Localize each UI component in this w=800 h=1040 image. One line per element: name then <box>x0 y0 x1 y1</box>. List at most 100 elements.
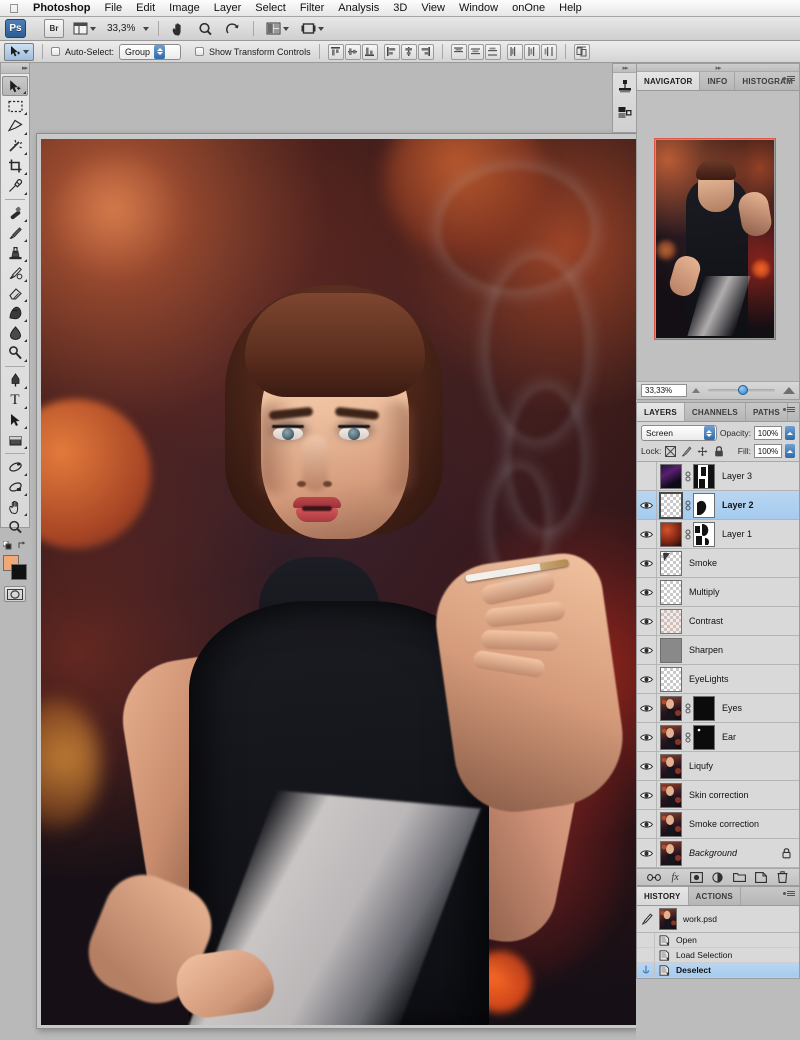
zoom-in-icon[interactable] <box>783 387 795 394</box>
menu-item-photoshop[interactable]: Photoshop <box>26 0 97 16</box>
zoom-chevron-down-icon[interactable] <box>143 26 150 31</box>
layers-panel-menu-icon[interactable] <box>783 407 795 412</box>
layer-visibility-toggle[interactable] <box>637 809 657 839</box>
layer-thumbnail[interactable] <box>660 463 682 489</box>
layer-visibility-toggle[interactable] <box>637 780 657 810</box>
new-adjustment-layer-icon[interactable] <box>711 871 725 884</box>
blend-mode-dropdown[interactable]: Screen <box>641 425 717 441</box>
masks-panel-icon[interactable] <box>614 101 636 125</box>
menu-item-image[interactable]: Image <box>162 0 207 16</box>
layer-thumbnail[interactable] <box>660 637 682 663</box>
hand-tool-button[interactable] <box>168 19 189 38</box>
default-colors-icon[interactable] <box>3 541 12 550</box>
layer-thumbnail[interactable] <box>660 724 682 750</box>
menu-item-3d[interactable]: 3D <box>386 0 414 16</box>
list-item[interactable]: Deselect <box>637 963 799 978</box>
fill-stepper[interactable] <box>785 444 795 458</box>
fill-input[interactable]: 100% <box>754 444 782 458</box>
zoom-out-icon[interactable] <box>692 388 700 393</box>
screen-mode-button[interactable] <box>298 19 327 38</box>
history-brush-source-toggle[interactable] <box>637 948 655 962</box>
layer-thumbnail[interactable] <box>660 695 682 721</box>
layer-name[interactable]: Multiply <box>689 587 720 597</box>
table-row[interactable]: Eyes <box>637 693 799 723</box>
gradient-tool[interactable] <box>2 303 28 323</box>
rectangle-tool[interactable] <box>2 430 28 450</box>
opacity-input[interactable]: 100% <box>754 426 782 440</box>
layer-visibility-toggle[interactable] <box>637 838 657 868</box>
tool-preset-picker[interactable] <box>4 42 34 61</box>
align-vertical-centers-button[interactable] <box>344 43 361 60</box>
menu-item-file[interactable]: File <box>97 0 129 16</box>
show-transform-controls-checkbox[interactable] <box>195 47 205 56</box>
move-tool[interactable] <box>2 76 28 96</box>
layer-name[interactable]: Skin correction <box>689 790 749 800</box>
layer-name[interactable]: Layer 2 <box>722 500 754 510</box>
layer-name[interactable]: Contrast <box>689 616 723 626</box>
layer-name[interactable]: Liqufy <box>689 761 713 771</box>
menu-item-filter[interactable]: Filter <box>293 0 331 16</box>
zoom-level-value[interactable]: 33,3% <box>105 23 137 34</box>
menu-item-help[interactable]: Help <box>552 0 589 16</box>
tab-history[interactable]: HISTORY <box>637 887 689 905</box>
history-snapshot-row[interactable]: work.psd <box>637 906 799 933</box>
navigator-preview-area[interactable] <box>637 91 799 381</box>
table-row[interactable]: Sharpen <box>637 635 799 665</box>
layer-visibility-toggle[interactable] <box>637 548 657 578</box>
tab-actions[interactable]: ACTIONS <box>689 887 741 905</box>
swap-colors-icon[interactable] <box>18 541 27 550</box>
layer-visibility-toggle[interactable] <box>637 635 657 665</box>
tab-histogram[interactable]: HISTOGRAM <box>735 72 800 90</box>
layer-visibility-toggle[interactable] <box>637 577 657 607</box>
table-row[interactable]: Layer 1 <box>637 519 799 549</box>
layer-thumbnail[interactable] <box>660 753 682 779</box>
document-window[interactable] <box>36 133 640 1029</box>
layer-visibility-toggle[interactable] <box>637 490 657 520</box>
menu-item-window[interactable]: Window <box>452 0 505 16</box>
align-left-edges-button[interactable] <box>383 43 400 60</box>
tab-channels[interactable]: CHANNELS <box>685 403 746 421</box>
toolbar-collapse-handle[interactable]: ▸▸ <box>1 63 29 74</box>
mask-link-icon[interactable] <box>683 529 692 540</box>
table-row[interactable]: Ear <box>637 722 799 752</box>
rectangular-marquee-tool[interactable] <box>2 96 28 116</box>
layer-mask-thumbnail[interactable] <box>693 492 715 518</box>
quick-mask-button[interactable] <box>4 586 26 602</box>
layer-name[interactable]: Background <box>689 848 737 858</box>
add-layer-mask-icon[interactable] <box>690 871 704 884</box>
crop-tool[interactable] <box>2 156 28 176</box>
layer-thumbnail[interactable] <box>660 608 682 634</box>
auto-align-layers-button[interactable] <box>573 43 590 60</box>
magic-wand-tool[interactable] <box>2 136 28 156</box>
mask-link-icon[interactable] <box>683 471 692 482</box>
menu-item-analysis[interactable]: Analysis <box>331 0 386 16</box>
layer-visibility-toggle[interactable] <box>637 722 657 752</box>
auto-select-checkbox[interactable] <box>51 47 60 56</box>
distribute-right-edges-button[interactable] <box>540 43 557 60</box>
apple-logo-icon[interactable]:  <box>6 1 22 15</box>
zoom-tool[interactable] <box>2 517 28 537</box>
layer-thumbnail[interactable] <box>660 550 682 576</box>
layer-name[interactable]: Ear <box>722 732 736 742</box>
layer-mask-thumbnail[interactable] <box>693 724 715 750</box>
navigator-zoom-slider[interactable] <box>708 385 775 395</box>
layer-visibility-toggle[interactable] <box>637 751 657 781</box>
launch-bridge-button[interactable]: Br <box>44 19 64 38</box>
tab-navigator[interactable]: NAVIGATOR <box>637 72 701 90</box>
history-snapshot-name[interactable]: work.psd <box>683 914 717 924</box>
eyedropper-tool[interactable] <box>2 176 28 196</box>
layer-visibility-toggle[interactable] <box>637 519 657 549</box>
link-layers-icon[interactable] <box>646 871 661 884</box>
menu-item-edit[interactable]: Edit <box>129 0 162 16</box>
layer-name[interactable]: Smoke correction <box>689 819 759 829</box>
distribute-horizontal-centers-button[interactable] <box>523 43 540 60</box>
list-item[interactable]: Open <box>637 933 799 948</box>
history-brush-tool[interactable] <box>2 263 28 283</box>
layer-name[interactable]: EyeLights <box>689 674 729 684</box>
set-source-for-history-brush[interactable] <box>637 913 657 925</box>
menu-item-view[interactable]: View <box>414 0 452 16</box>
arrange-documents-button[interactable] <box>263 19 292 38</box>
history-state-name[interactable]: Deselect <box>676 965 711 975</box>
lock-all-icon[interactable] <box>712 445 725 458</box>
table-row[interactable]: Layer 2 <box>637 490 799 520</box>
